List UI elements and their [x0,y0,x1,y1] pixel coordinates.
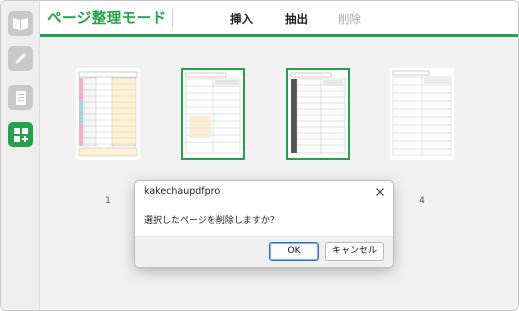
dialog-footer: OK キャンセル [135,236,393,267]
tool-book[interactable] [8,11,33,36]
header-bar: ページ整理モード 挿入 抽出 削除 [40,1,518,34]
header-divider [172,9,173,27]
tab-extract[interactable]: 抽出 [285,11,308,27]
tool-document[interactable] [8,85,33,110]
page-thumbnail-2[interactable]: 2 [181,68,245,206]
page-preview-selected [181,68,245,160]
grid-plus-icon [13,127,28,142]
page-grid: 1 4 [40,37,518,310]
delete-confirm-dialog: kakechaupdfpro 選択したページを削除しますか？ OK キャンセル [134,180,394,268]
tool-page-organize[interactable] [8,122,33,147]
app-window: ページ整理モード 挿入 抽出 削除 1 4 kakechaupdfpro 選択し… [0,0,519,311]
page-title: ページ整理モード [47,11,167,27]
page-thumbnail-4[interactable]: 4 [390,68,454,206]
tool-pencil[interactable] [8,46,33,71]
book-icon [13,18,28,30]
page-thumbnail-1[interactable]: 1 [76,68,140,206]
cancel-button[interactable]: キャンセル [325,242,384,261]
dialog-message: 選択したページを削除しますか？ [144,216,279,226]
page-number: 4 [419,196,425,206]
pencil-icon [15,53,26,64]
page-preview [390,68,454,160]
document-icon [15,90,26,105]
page-preview-selected [286,68,350,160]
ok-button[interactable]: OK [269,242,319,261]
close-icon [376,188,384,196]
dialog-title: kakechaupdfpro [144,186,221,197]
page-thumbnail-3[interactable]: 3 [286,68,350,206]
dialog-close-button[interactable] [373,184,387,198]
page-number: 1 [105,196,111,206]
tab-delete[interactable]: 削除 [338,11,361,27]
tab-insert[interactable]: 挿入 [230,11,253,27]
tool-rail [1,1,40,310]
page-preview [76,68,140,160]
